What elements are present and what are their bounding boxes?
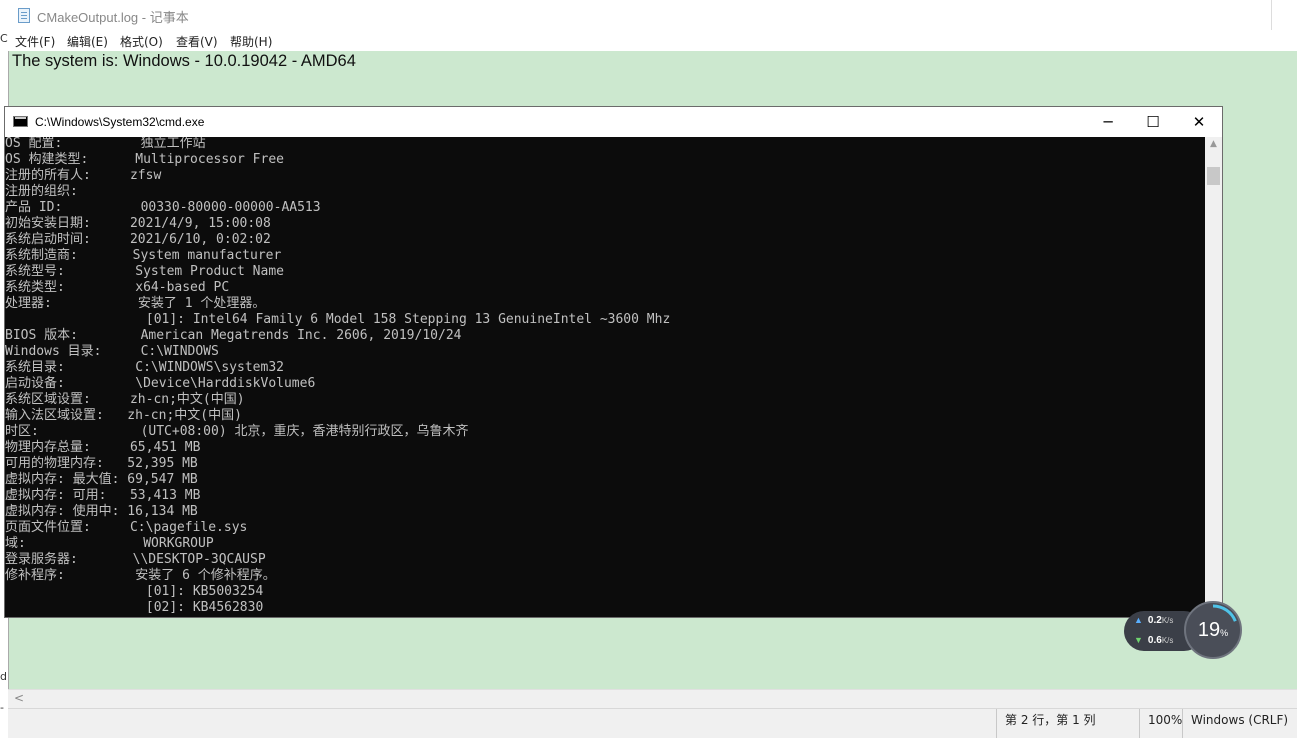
log-line: The system is: Windows - 10.0.19042 - AM…	[12, 52, 356, 70]
download-value: 0.6	[1147, 635, 1162, 646]
notepad-menubar: 文件(F) 编辑(E) 格式(O) 查看(V) 帮助(H)	[0, 30, 1297, 50]
edge-glyph: C	[0, 32, 8, 45]
console-line: 域: WORKGROUP	[5, 536, 214, 551]
upload-arrow-icon: ▲	[1134, 615, 1143, 625]
console-line: 物理内存总量: 65,451 MB	[5, 440, 201, 455]
horizontal-scrollbar[interactable]: <	[8, 689, 1297, 708]
console-icon	[13, 116, 28, 127]
console-line: 初始安装日期: 2021/4/9, 15:00:08	[5, 216, 271, 231]
download-unit: K/s	[1161, 636, 1174, 645]
notepad-title: CMakeOutput.log - 记事本	[37, 10, 189, 25]
usage-gauge[interactable]: 19%	[1184, 601, 1242, 659]
console-line: 系统目录: C:\WINDOWS\system32	[5, 360, 284, 375]
edge-glyph: -	[0, 701, 4, 714]
console-line: [02]: KB4562830	[5, 600, 264, 615]
console-line: 输入法区域设置: zh-cn;中文(中国)	[5, 408, 242, 423]
menu-view[interactable]: 查看(V)	[176, 33, 218, 50]
notepad-icon	[18, 8, 30, 23]
cmd-window: C:\Windows\System32\cmd.exe ─ ☐ ✕ OS 配置:…	[4, 106, 1223, 618]
console-line: 启动设备: \Device\HarddiskVolume6	[5, 376, 316, 391]
notepad-titlebar[interactable]: CMakeOutput.log - 记事本	[0, 0, 1297, 30]
status-encoding: Windows (CRLF)	[1182, 709, 1297, 738]
menu-file[interactable]: 文件(F)	[15, 33, 55, 50]
download-speed: ▼ 0.6K/s	[1134, 635, 1173, 646]
console-line: 虚拟内存: 使用中: 16,134 MB	[5, 504, 198, 519]
edge-glyph: d	[0, 670, 7, 683]
status-cursor-position: 第 2 行，第 1 列	[996, 709, 1130, 738]
console-line: OS 配置: 独立工作站	[5, 137, 206, 151]
scrollbar-thumb[interactable]	[1207, 167, 1220, 185]
console-line: 系统型号: System Product Name	[5, 264, 284, 279]
console-line: 页面文件位置: C:\pagefile.sys	[5, 520, 248, 535]
upload-unit: K/s	[1161, 616, 1174, 625]
console-line: 虚拟内存: 可用: 53,413 MB	[5, 488, 201, 503]
console-line: 系统启动时间: 2021/6/10, 0:02:02	[5, 232, 271, 247]
cmd-titlebar[interactable]: C:\Windows\System32\cmd.exe ─ ☐ ✕	[5, 107, 1222, 137]
console-line: [01]: KB5003254	[5, 584, 264, 599]
download-arrow-icon: ▼	[1134, 635, 1143, 645]
minimize-button[interactable]: ─	[1085, 107, 1131, 137]
scroll-left-icon[interactable]: <	[14, 691, 24, 705]
notepad-statusbar: 第 2 行，第 1 列 100% Windows (CRLF)	[8, 708, 1297, 738]
console-line: [01]: Intel64 Family 6 Model 158 Steppin…	[5, 312, 671, 327]
usage-percent: 19%	[1186, 619, 1240, 642]
console-line: 注册的所有人: zfsw	[5, 168, 162, 183]
console-line: 修补程序: 安装了 6 个修补程序。	[5, 568, 276, 583]
console-line: OS 构建类型: Multiprocessor Free	[5, 152, 284, 167]
console-line: 登录服务器: \\DESKTOP-3QCAUSP	[5, 552, 266, 567]
upload-speed: ▲ 0.2K/s	[1134, 615, 1173, 626]
maximize-button[interactable]: ☐	[1130, 107, 1176, 137]
scroll-up-icon[interactable]: ▲	[1205, 139, 1222, 149]
console-line: 产品 ID: 00330-80000-00000-AA513	[5, 200, 321, 215]
console-line: 时区: (UTC+08:00) 北京，重庆，香港特别行政区，乌鲁木齐	[5, 424, 469, 439]
console-output[interactable]: OS 配置: 独立工作站 OS 构建类型: Multiprocessor Free…	[5, 137, 1205, 617]
console-line: 系统制造商: System manufacturer	[5, 248, 282, 263]
network-monitor-widget[interactable]: ▲ 0.2K/s ▼ 0.6K/s 19%	[1124, 600, 1246, 662]
console-line: 系统类型: x64-based PC	[5, 280, 230, 295]
vertical-scrollbar[interactable]: ▲	[1205, 137, 1222, 617]
console-line: BIOS 版本: American Megatrends Inc. 2606, …	[5, 328, 462, 343]
console-lines: OS 配置: 独立工作站 OS 构建类型: Multiprocessor Free…	[5, 137, 670, 616]
console-line: 注册的组织:	[5, 184, 78, 199]
console-line: 虚拟内存: 最大值: 69,547 MB	[5, 472, 198, 487]
usage-percent-sign: %	[1220, 628, 1229, 638]
console-line: 处理器: 安装了 1 个处理器。	[5, 296, 266, 311]
close-button[interactable]: ✕	[1176, 107, 1222, 137]
status-zoom: 100%	[1139, 709, 1182, 738]
upload-value: 0.2	[1147, 615, 1162, 626]
usage-percent-value: 19	[1197, 619, 1221, 641]
console-line: Windows 目录: C:\WINDOWS	[5, 344, 219, 359]
menu-format[interactable]: 格式(O)	[120, 33, 163, 50]
window-edge	[1271, 0, 1272, 30]
menu-help[interactable]: 帮助(H)	[230, 33, 272, 50]
console-line: 可用的物理内存: 52,395 MB	[5, 456, 198, 471]
cmd-title: C:\Windows\System32\cmd.exe	[35, 115, 205, 129]
console-line: 系统区域设置: zh-cn;中文(中国)	[5, 392, 245, 407]
menu-edit[interactable]: 编辑(E)	[67, 33, 108, 50]
